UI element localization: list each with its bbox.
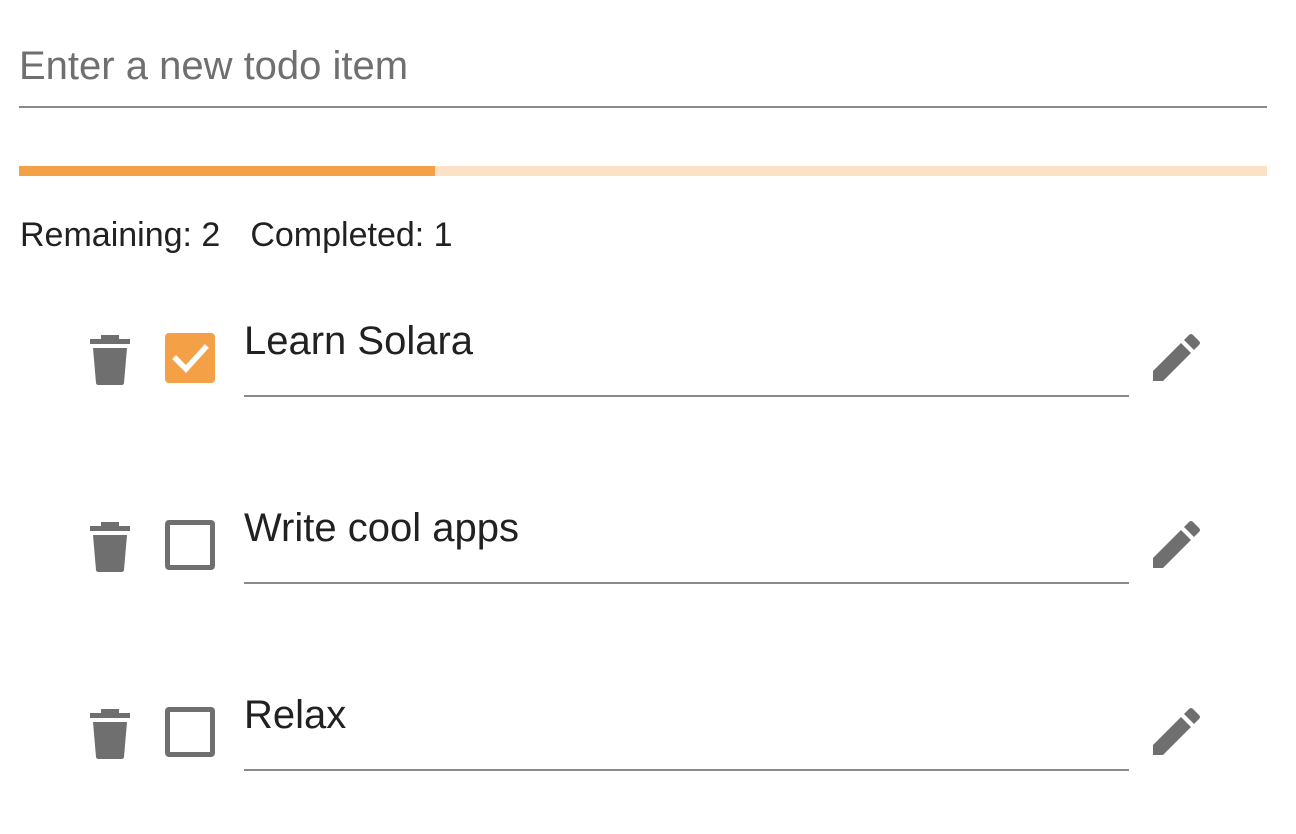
- todo-checkbox[interactable]: [165, 520, 215, 570]
- remaining-count: Remaining: 2: [20, 216, 221, 254]
- trash-icon: [90, 709, 130, 759]
- new-todo-input[interactable]: [19, 38, 1267, 94]
- delete-button[interactable]: [88, 520, 132, 572]
- edit-button[interactable]: [1151, 520, 1201, 570]
- todo-text-input[interactable]: [244, 313, 1129, 369]
- todo-item: [0, 500, 1296, 600]
- delete-button[interactable]: [88, 707, 132, 759]
- todo-item: [0, 313, 1296, 413]
- edit-button[interactable]: [1151, 333, 1201, 383]
- todo-text-field[interactable]: [244, 496, 1129, 584]
- edit-button[interactable]: [1151, 707, 1201, 757]
- pencil-icon: [1153, 521, 1200, 568]
- trash-icon: [90, 335, 130, 385]
- todo-checkbox[interactable]: [165, 333, 215, 383]
- delete-button[interactable]: [88, 333, 132, 385]
- pencil-icon: [1153, 334, 1200, 381]
- trash-icon: [90, 522, 130, 572]
- progress-bar: [19, 166, 1267, 176]
- pencil-icon: [1153, 708, 1200, 755]
- completed-count: Completed: 1: [250, 216, 453, 254]
- todo-counts: Remaining: 2 Completed: 1: [20, 216, 453, 260]
- todo-text-input[interactable]: [244, 500, 1129, 556]
- progress-bar-fill: [19, 166, 435, 176]
- todo-item: [0, 687, 1296, 787]
- todo-text-field[interactable]: [244, 683, 1129, 771]
- new-todo-field[interactable]: [19, 28, 1267, 108]
- todo-app: Remaining: 2 Completed: 1: [0, 0, 1296, 834]
- todo-text-field[interactable]: [244, 309, 1129, 397]
- todo-text-input[interactable]: [244, 687, 1129, 743]
- todo-checkbox[interactable]: [165, 707, 215, 757]
- check-icon: [172, 344, 209, 373]
